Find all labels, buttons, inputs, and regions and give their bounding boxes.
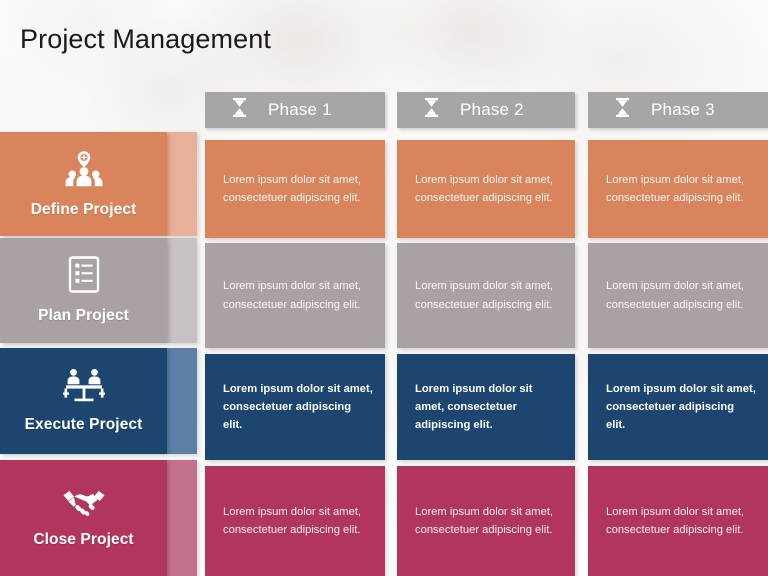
hourglass-icon xyxy=(231,97,248,123)
cell-text: Lorem ipsum dolor sit amet, consectetuer… xyxy=(223,173,362,204)
meeting-table-icon xyxy=(62,368,106,407)
cell-plan-phase3[interactable]: Lorem ipsum dolor sit amet, consectetuer… xyxy=(588,243,768,348)
row-label-execute-project[interactable]: Execute Project xyxy=(0,348,167,454)
phase-header-1[interactable]: Phase 1 xyxy=(205,92,385,128)
cell-text: Lorem ipsum dolor sit amet, consectetuer… xyxy=(606,505,745,536)
cell-close-phase3[interactable]: Lorem ipsum dolor sit amet, consectetuer… xyxy=(588,466,768,576)
cell-text: Lorem ipsum dolor sit amet, consectetuer… xyxy=(415,505,554,536)
cell-text: Lorem ipsum dolor sit amet, consectetuer… xyxy=(223,505,362,536)
cell-execute-phase3[interactable]: Lorem ipsum dolor sit amet, consectetuer… xyxy=(588,354,768,460)
cell-plan-phase2[interactable]: Lorem ipsum dolor sit amet, consectetuer… xyxy=(397,243,575,348)
hourglass-icon xyxy=(614,97,631,123)
cell-text: Lorem ipsum dolor sit amet, consectetuer… xyxy=(223,280,362,311)
row-fold-define-project xyxy=(167,132,197,236)
cell-text: Lorem ipsum dolor sit amet, consectetuer… xyxy=(606,382,756,432)
cell-close-phase2[interactable]: Lorem ipsum dolor sit amet, consectetuer… xyxy=(397,466,575,576)
hourglass-icon xyxy=(423,97,440,123)
phase-header-label: Phase 2 xyxy=(460,100,524,119)
cell-define-phase2[interactable]: Lorem ipsum dolor sit amet, consectetuer… xyxy=(397,140,575,238)
row-label-define-project[interactable]: Define Project xyxy=(0,132,167,236)
cell-text: Lorem ipsum dolor sit amet, consectetuer… xyxy=(415,173,554,204)
team-target-icon xyxy=(64,150,104,192)
cell-plan-phase1[interactable]: Lorem ipsum dolor sit amet, consectetuer… xyxy=(205,243,385,348)
page-title: Project Management xyxy=(20,24,271,54)
row-label-text: Plan Project xyxy=(38,307,129,324)
phase-header-label: Phase 3 xyxy=(651,100,715,119)
handshake-icon xyxy=(62,487,106,522)
row-fold-close-project xyxy=(167,460,197,576)
cell-text: Lorem ipsum dolor sit amet, consectetuer… xyxy=(223,382,373,432)
cell-text: Lorem ipsum dolor sit amet, consectetuer… xyxy=(606,280,745,311)
cell-execute-phase2[interactable]: Lorem ipsum dolor sit amet, consectetuer… xyxy=(397,354,575,460)
cell-text: Lorem ipsum dolor sit amet, consectetuer… xyxy=(415,382,533,432)
phase-header-2[interactable]: Phase 2 xyxy=(397,92,575,128)
row-label-text: Close Project xyxy=(33,531,134,548)
row-fold-execute-project xyxy=(167,348,197,454)
phase-header-label: Phase 1 xyxy=(268,100,332,119)
row-label-text: Execute Project xyxy=(24,416,143,433)
cell-execute-phase1[interactable]: Lorem ipsum dolor sit amet, consectetuer… xyxy=(205,354,385,460)
cell-define-phase1[interactable]: Lorem ipsum dolor sit amet, consectetuer… xyxy=(205,140,385,238)
checklist-icon xyxy=(68,256,100,298)
row-fold-plan-project xyxy=(167,238,197,343)
cell-text: Lorem ipsum dolor sit amet, consectetuer… xyxy=(415,280,554,311)
row-label-text: Define Project xyxy=(30,200,137,218)
phase-header-3[interactable]: Phase 3 xyxy=(588,92,768,128)
cell-define-phase3[interactable]: Lorem ipsum dolor sit amet, consectetuer… xyxy=(588,140,768,238)
row-label-close-project[interactable]: Close Project xyxy=(0,460,167,576)
cell-close-phase1[interactable]: Lorem ipsum dolor sit amet, consectetuer… xyxy=(205,466,385,576)
row-label-plan-project[interactable]: Plan Project xyxy=(0,238,167,343)
cell-text: Lorem ipsum dolor sit amet, consectetuer… xyxy=(606,173,745,204)
slide-canvas: Project Management Phase 1 Phase 2 Phase… xyxy=(0,0,768,576)
